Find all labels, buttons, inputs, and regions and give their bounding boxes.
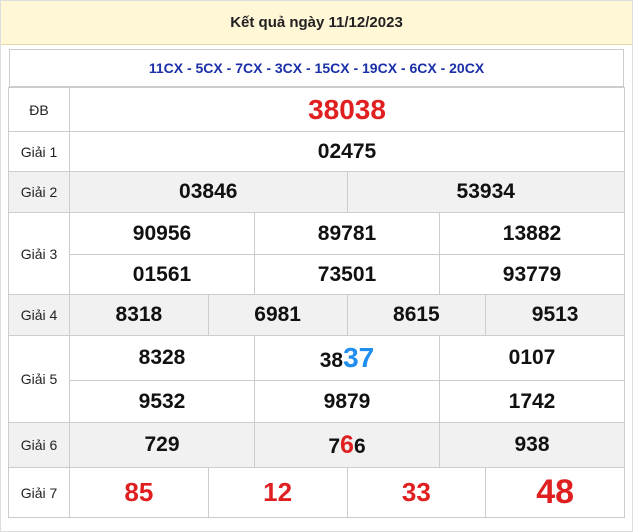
prize-7-value: 48 [485, 467, 625, 518]
prize-5-value: 9532 [69, 380, 255, 423]
prize-5-value: 1742 [439, 380, 625, 423]
row-prize-3: Giải 3 90956 89781 13882 [8, 212, 625, 295]
label-prize-7: Giải 7 [8, 467, 70, 518]
prize-3-value: 90956 [69, 212, 255, 255]
highlighted-digits: 6 [340, 430, 354, 459]
row-prize-5: Giải 5 8328 3837 0107 [8, 335, 625, 423]
prize-3-value: 01561 [69, 254, 255, 295]
label-prize-2: Giải 2 [8, 171, 70, 213]
prize-4-value: 8615 [346, 294, 487, 336]
label-special: ĐB [8, 87, 70, 132]
row-prize-5b: 9532 9879 1742 [9, 380, 625, 423]
prize-4-value: 9513 [485, 294, 625, 336]
label-prize-4: Giải 4 [8, 294, 70, 336]
label-prize-5: Giải 5 [8, 335, 70, 423]
prize-5-value: 3837 [254, 335, 440, 381]
prize-digits: 0107 [508, 346, 556, 369]
prize-6-value: 729 [69, 422, 255, 468]
prize-3-value: 93779 [439, 254, 625, 295]
row-prize-3b: 01561 73501 93779 [9, 254, 625, 295]
prize-5-value: 9879 [254, 380, 440, 423]
results-panel: Kết quả ngày 11/12/2023 11CX - 5CX - 7CX… [0, 0, 633, 532]
prize-digits: 938 [514, 433, 550, 456]
prize-3-value: 73501 [254, 254, 440, 295]
row-prize-1: Giải 1 02475 [8, 131, 625, 172]
prize-7-value: 33 [346, 467, 487, 518]
prize-3-value: 89781 [254, 212, 440, 255]
row-prize-2: Giải 2 03846 53934 [8, 171, 625, 213]
special-prize: 38038 [69, 87, 625, 132]
highlighted-digits: 37 [343, 342, 375, 373]
prize-5-value: 0107 [439, 335, 625, 381]
row-prize-7: Giải 7 85 12 33 48 [8, 467, 625, 518]
prize-2-value: 03846 [69, 171, 348, 213]
prize-4-value: 6981 [207, 294, 348, 336]
label-prize-3: Giải 3 [8, 212, 70, 295]
prize-digits: 7 [328, 434, 341, 458]
row-prize-4: Giải 4 8318 6981 8615 9513 [8, 294, 625, 336]
prize-7-value: 12 [207, 467, 348, 518]
results-title: Kết quả ngày 11/12/2023 [1, 1, 632, 45]
prize-digits: 8328 [138, 346, 186, 369]
prize-3-value: 13882 [439, 212, 625, 255]
prize-2-value: 53934 [346, 171, 625, 213]
draw-codes: 11CX - 5CX - 7CX - 3CX - 15CX - 19CX - 6… [9, 49, 624, 87]
prize-4-value: 8318 [69, 294, 209, 336]
row-prize-6: Giải 6 729 766 938 [8, 422, 625, 468]
prize-6-value: 938 [439, 422, 625, 468]
prize-7-value: 85 [69, 467, 209, 518]
label-prize-6: Giải 6 [8, 422, 70, 468]
results-table: ĐB 38038 Giải 1 02475 Giải 2 03846 53934… [8, 87, 625, 518]
prize-digits: 38 [319, 349, 344, 372]
prize-5-value: 8328 [69, 335, 255, 381]
prize-digits: 729 [144, 433, 180, 456]
label-prize-1: Giải 1 [8, 131, 70, 172]
row-special: ĐB 38038 [8, 87, 625, 132]
prize-1-value: 02475 [69, 131, 625, 172]
prize-digits: 6 [353, 434, 366, 458]
prize-6-value: 766 [254, 422, 440, 468]
